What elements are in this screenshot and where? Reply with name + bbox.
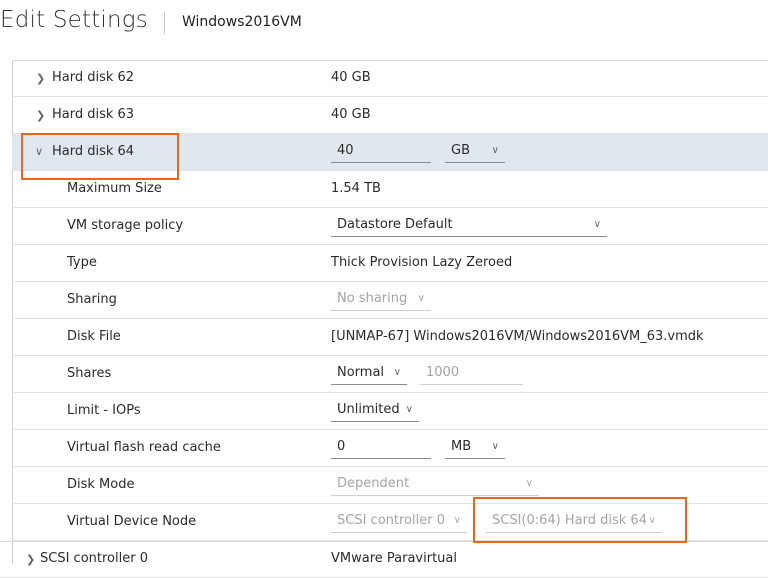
unit-value: GB: [451, 143, 470, 158]
chevron-down-icon: ∨: [491, 441, 499, 452]
selected-value: No sharing: [337, 291, 408, 306]
row-label: Virtual Device Node: [67, 514, 197, 529]
chevron-down-icon: ∨: [593, 219, 601, 230]
row-label: Shares: [67, 366, 112, 381]
limit-iops-row: Limit - IOPs Unlimited ∨: [12, 393, 768, 430]
row-value: [UNMAP-67] Windows2016VM/Windows2016VM_6…: [331, 329, 704, 344]
chevron-down-icon: ∨: [453, 515, 461, 526]
disk-mode-select[interactable]: Dependent ∨: [331, 473, 539, 496]
selected-value: Unlimited: [337, 402, 400, 417]
chevron-down-icon: ∨: [525, 478, 533, 489]
row-value: 40 GB: [331, 107, 371, 122]
flash-cache-unit-select[interactable]: MB ∨: [445, 436, 505, 459]
disk-size-input[interactable]: 40: [331, 140, 431, 163]
unit-value: MB: [451, 439, 472, 454]
row-value: 40 GB: [331, 70, 371, 85]
row-label: Hard disk 62: [52, 70, 135, 85]
chevron-down-icon: ∨: [393, 367, 401, 378]
row-value: Thick Provision Lazy Zeroed: [331, 255, 513, 270]
type-row: Type Thick Provision Lazy Zeroed: [12, 245, 768, 282]
chevron-right-icon[interactable]: ❯: [26, 553, 35, 566]
disk-file-row: Disk File [UNMAP-67] Windows2016VM/Windo…: [12, 319, 768, 356]
dialog-title: Edit Settings: [0, 7, 148, 33]
chevron-down-icon: ∨: [417, 293, 425, 304]
row-label: Hard disk 63: [52, 107, 135, 122]
row-label: Type: [67, 255, 97, 270]
storage-policy-select[interactable]: Datastore Default ∨: [331, 214, 607, 237]
dialog-header: Edit Settings Windows2016VM: [0, 0, 768, 48]
selected-value: SCSI controller 0: [337, 513, 445, 528]
flash-read-cache-row: Virtual flash read cache 0 MB ∨: [12, 430, 768, 467]
header-divider: [164, 12, 165, 34]
selected-value: Normal: [337, 365, 385, 380]
scsi-controller-row[interactable]: ❯ SCSI controller 0 VMware Paravirtual: [0, 541, 768, 578]
highlight-box-hard-disk-64: [21, 133, 179, 180]
shares-row: Shares Normal ∨ 1000: [12, 356, 768, 393]
sharing-select[interactable]: No sharing ∨: [331, 288, 431, 311]
disk-size-value: 40: [337, 143, 354, 158]
controller-select[interactable]: SCSI controller 0 ∨: [331, 510, 467, 533]
row-label: Sharing: [67, 292, 117, 307]
row-value: 1.54 TB: [331, 181, 381, 196]
disk-size-unit-select[interactable]: GB ∨: [445, 140, 505, 163]
row-label: Maximum Size: [67, 181, 162, 196]
chevron-down-icon: ∨: [405, 404, 413, 415]
selected-value: Dependent: [337, 476, 410, 491]
row-label: SCSI controller 0: [40, 551, 148, 566]
flash-cache-value: 0: [337, 439, 346, 454]
row-label: Disk Mode: [67, 477, 135, 492]
hard-disk-63-row[interactable]: ❯ Hard disk 63 40 GB: [12, 97, 768, 134]
flash-cache-input[interactable]: 0: [331, 436, 431, 459]
vm-storage-policy-row: VM storage policy Datastore Default ∨: [12, 208, 768, 245]
chevron-right-icon[interactable]: ❯: [36, 109, 45, 122]
row-label: Virtual flash read cache: [67, 440, 221, 455]
highlight-box-device-node: [473, 497, 687, 543]
shares-number: 1000: [426, 365, 460, 380]
row-label: Limit - IOPs: [67, 403, 141, 418]
sharing-row: Sharing No sharing ∨: [12, 282, 768, 319]
chevron-down-icon: ∨: [491, 145, 499, 156]
row-value: VMware Paravirtual: [331, 551, 457, 566]
vm-name: Windows2016VM: [182, 14, 302, 30]
limit-iops-select[interactable]: Unlimited ∨: [331, 399, 419, 422]
hard-disk-62-row[interactable]: ❯ Hard disk 62 40 GB: [12, 60, 768, 97]
row-label: VM storage policy: [67, 218, 184, 233]
shares-number-input[interactable]: 1000: [420, 362, 523, 385]
selected-value: Datastore Default: [337, 217, 453, 232]
chevron-right-icon[interactable]: ❯: [36, 72, 45, 85]
row-label: Disk File: [67, 329, 121, 344]
shares-select[interactable]: Normal ∨: [331, 362, 407, 385]
